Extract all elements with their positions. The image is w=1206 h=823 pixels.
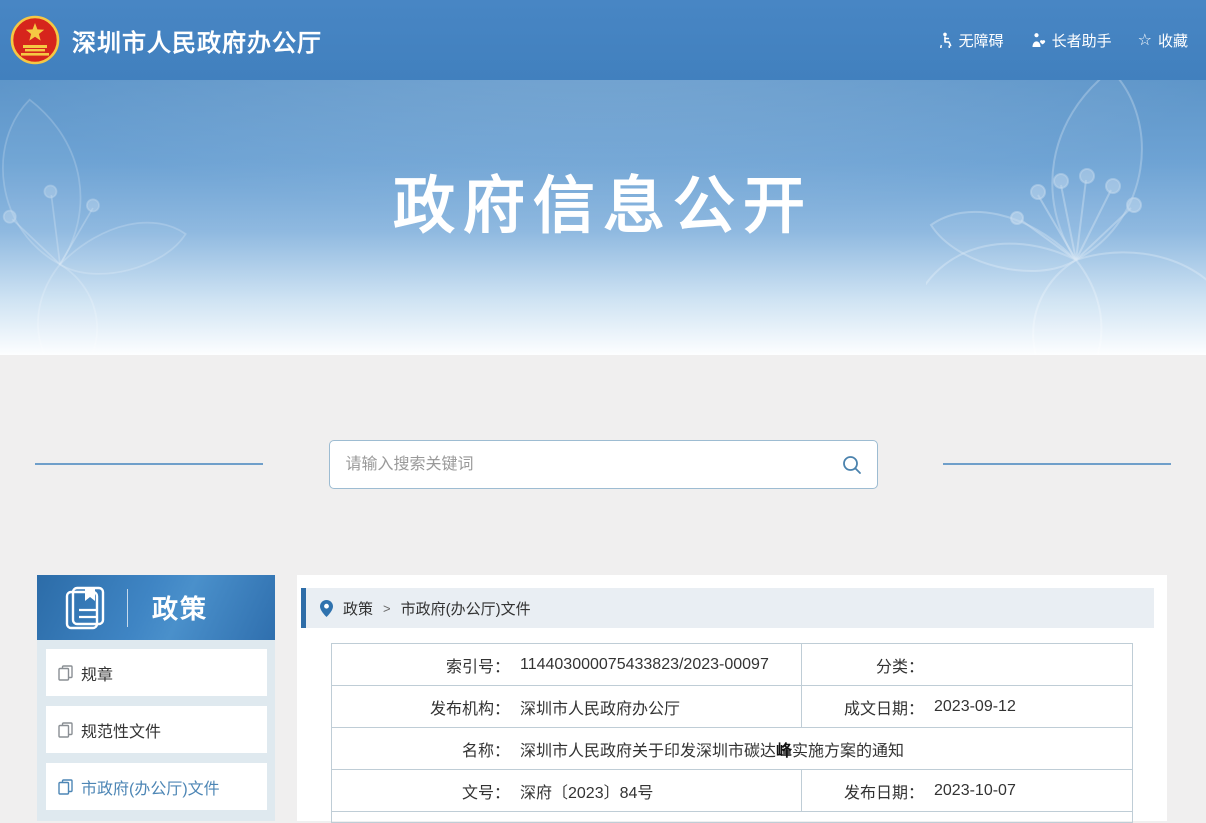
document-icon bbox=[58, 779, 73, 795]
written-date-cell: 成文日期： 2023-09-12 bbox=[801, 686, 1132, 727]
publish-date-cell: 发布日期： 2023-10-07 bbox=[801, 770, 1132, 811]
index-label: 索引号： bbox=[332, 653, 510, 677]
document-name: 深圳市人民政府关于印发深圳市碳达峰实施方案的通知 bbox=[520, 737, 904, 761]
sidebar-title: 政策 bbox=[152, 589, 208, 626]
national-emblem-logo bbox=[10, 15, 60, 65]
location-pin-icon bbox=[320, 600, 333, 617]
sidebar-item-label: 规章 bbox=[81, 661, 113, 685]
search-section bbox=[0, 355, 1206, 489]
table-row-partial bbox=[332, 811, 1132, 822]
category-cell: 分类： bbox=[801, 644, 1132, 685]
name-cell: 名称： 深圳市人民政府关于印发深圳市碳达峰实施方案的通知 bbox=[332, 728, 1132, 769]
sidebar-item-municipal-government-documents[interactable]: 市政府(办公厅)文件 bbox=[46, 763, 267, 810]
top-header: 深圳市人民政府办公厅 无障碍 长者助手 ☆ 收藏 bbox=[0, 0, 1206, 80]
sidebar-header-divider bbox=[127, 589, 128, 627]
sidebar-item-normative-documents[interactable]: 规范性文件 bbox=[46, 706, 267, 753]
main-panel: 政策 > 市政府(办公厅)文件 索引号： 114403000075433823/… bbox=[297, 575, 1167, 821]
name-text-before: 深圳市人民政府关于印发深圳市碳达 bbox=[520, 743, 776, 760]
publisher-label: 发布机构： bbox=[332, 695, 510, 719]
name-label: 名称： bbox=[332, 737, 510, 761]
elder-assistant-icon bbox=[1030, 32, 1046, 48]
favorite-label: 收藏 bbox=[1158, 30, 1188, 51]
name-highlighted-keyword: 峰 bbox=[776, 743, 792, 760]
category-label: 分类： bbox=[802, 653, 924, 677]
breadcrumb-item-policy[interactable]: 政策 bbox=[343, 598, 373, 619]
index-cell: 索引号： 114403000075433823/2023-00097 bbox=[332, 644, 801, 685]
elder-assistant-link[interactable]: 长者助手 bbox=[1030, 30, 1112, 51]
table-row-publisher-date: 发布机构： 深圳市人民政府办公厅 成文日期： 2023-09-12 bbox=[332, 685, 1132, 727]
document-icon bbox=[58, 665, 73, 681]
search-icon bbox=[841, 454, 863, 476]
banner: 政府信息公开 bbox=[0, 80, 1206, 355]
doc-number-label: 文号： bbox=[332, 779, 510, 803]
star-icon: ☆ bbox=[1138, 30, 1152, 50]
accessibility-icon bbox=[937, 32, 953, 48]
written-date-label: 成文日期： bbox=[802, 695, 924, 719]
publish-date-value: 2023-10-07 bbox=[934, 782, 1016, 800]
search-button[interactable] bbox=[841, 454, 863, 476]
name-text-after: 实施方案的通知 bbox=[792, 743, 904, 760]
breadcrumb-separator: > bbox=[383, 601, 391, 616]
sidebar-header: 政策 bbox=[37, 575, 275, 640]
sidebar-item-label: 规范性文件 bbox=[81, 718, 161, 742]
publisher-value: 深圳市人民政府办公厅 bbox=[520, 695, 680, 719]
table-row-index-category: 索引号： 114403000075433823/2023-00097 分类： bbox=[332, 644, 1132, 685]
accessibility-link[interactable]: 无障碍 bbox=[937, 30, 1004, 51]
search-box bbox=[329, 440, 878, 489]
table-row-docnumber-publishdate: 文号： 深府〔2023〕84号 发布日期： 2023-10-07 bbox=[332, 769, 1132, 811]
content-row: 政策 规章 规范性文件 bbox=[37, 575, 1167, 821]
site-title: 深圳市人民政府办公厅 bbox=[72, 23, 322, 58]
sidebar-item-regulations[interactable]: 规章 bbox=[46, 649, 267, 696]
publish-date-label: 发布日期： bbox=[802, 779, 924, 803]
sidebar: 政策 规章 规范性文件 bbox=[37, 575, 275, 821]
favorite-link[interactable]: ☆ 收藏 bbox=[1138, 30, 1188, 51]
table-row-name: 名称： 深圳市人民政府关于印发深圳市碳达峰实施方案的通知 bbox=[332, 727, 1132, 769]
sidebar-menu: 规章 规范性文件 市政府(办公厅)文件 bbox=[37, 640, 275, 821]
search-input[interactable] bbox=[344, 455, 841, 475]
elder-assistant-label: 长者助手 bbox=[1052, 30, 1112, 51]
index-value: 114403000075433823/2023-00097 bbox=[520, 656, 769, 674]
breadcrumb-item-current[interactable]: 市政府(办公厅)文件 bbox=[401, 598, 531, 619]
decor-line-left bbox=[35, 463, 263, 465]
header-links: 无障碍 长者助手 ☆ 收藏 bbox=[937, 30, 1188, 51]
doc-number-cell: 文号： 深府〔2023〕84号 bbox=[332, 770, 801, 811]
accessibility-label: 无障碍 bbox=[959, 30, 1004, 51]
written-date-value: 2023-09-12 bbox=[934, 698, 1016, 716]
document-icon bbox=[58, 722, 73, 738]
doc-number-value: 深府〔2023〕84号 bbox=[520, 779, 653, 803]
decor-line-right bbox=[943, 463, 1171, 465]
publisher-cell: 发布机构： 深圳市人民政府办公厅 bbox=[332, 686, 801, 727]
document-info-table: 索引号： 114403000075433823/2023-00097 分类： 发… bbox=[331, 643, 1133, 823]
sidebar-item-label: 市政府(办公厅)文件 bbox=[81, 775, 220, 799]
page-title: 政府信息公开 bbox=[0, 155, 1206, 245]
policy-book-icon bbox=[65, 586, 107, 630]
breadcrumb: 政策 > 市政府(办公厅)文件 bbox=[301, 588, 1154, 628]
